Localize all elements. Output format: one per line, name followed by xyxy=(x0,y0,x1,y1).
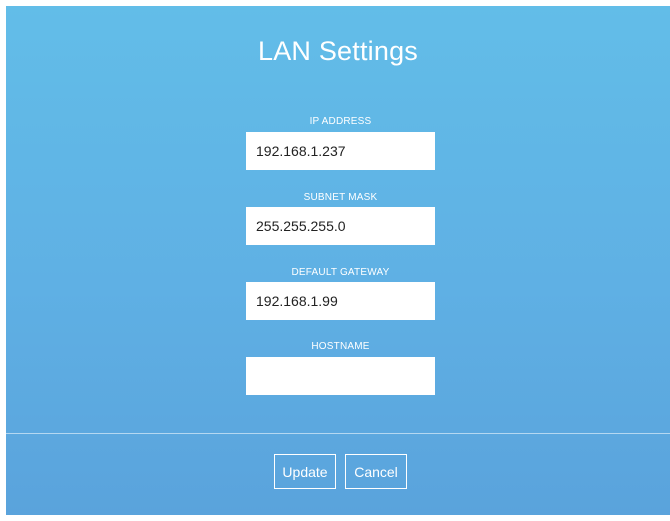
subnet-mask-label: SUBNET MASK xyxy=(303,192,378,203)
lan-settings-dialog: LAN Settings IP ADDRESS SUBNET MASK DEFA… xyxy=(6,6,670,515)
dialog-title: LAN Settings xyxy=(258,36,418,66)
cancel-button[interactable]: Cancel xyxy=(345,454,407,489)
ip-address-label: IP ADDRESS xyxy=(309,116,372,127)
default-gateway-label: DEFAULT GATEWAY xyxy=(291,267,390,278)
update-button[interactable]: Update xyxy=(274,454,336,489)
ip-address-input[interactable] xyxy=(246,132,435,170)
footer-divider xyxy=(6,433,670,434)
default-gateway-input[interactable] xyxy=(246,282,435,320)
subnet-mask-input[interactable] xyxy=(246,207,435,245)
hostname-label: HOSTNAME xyxy=(311,341,370,352)
hostname-input[interactable] xyxy=(246,357,435,395)
